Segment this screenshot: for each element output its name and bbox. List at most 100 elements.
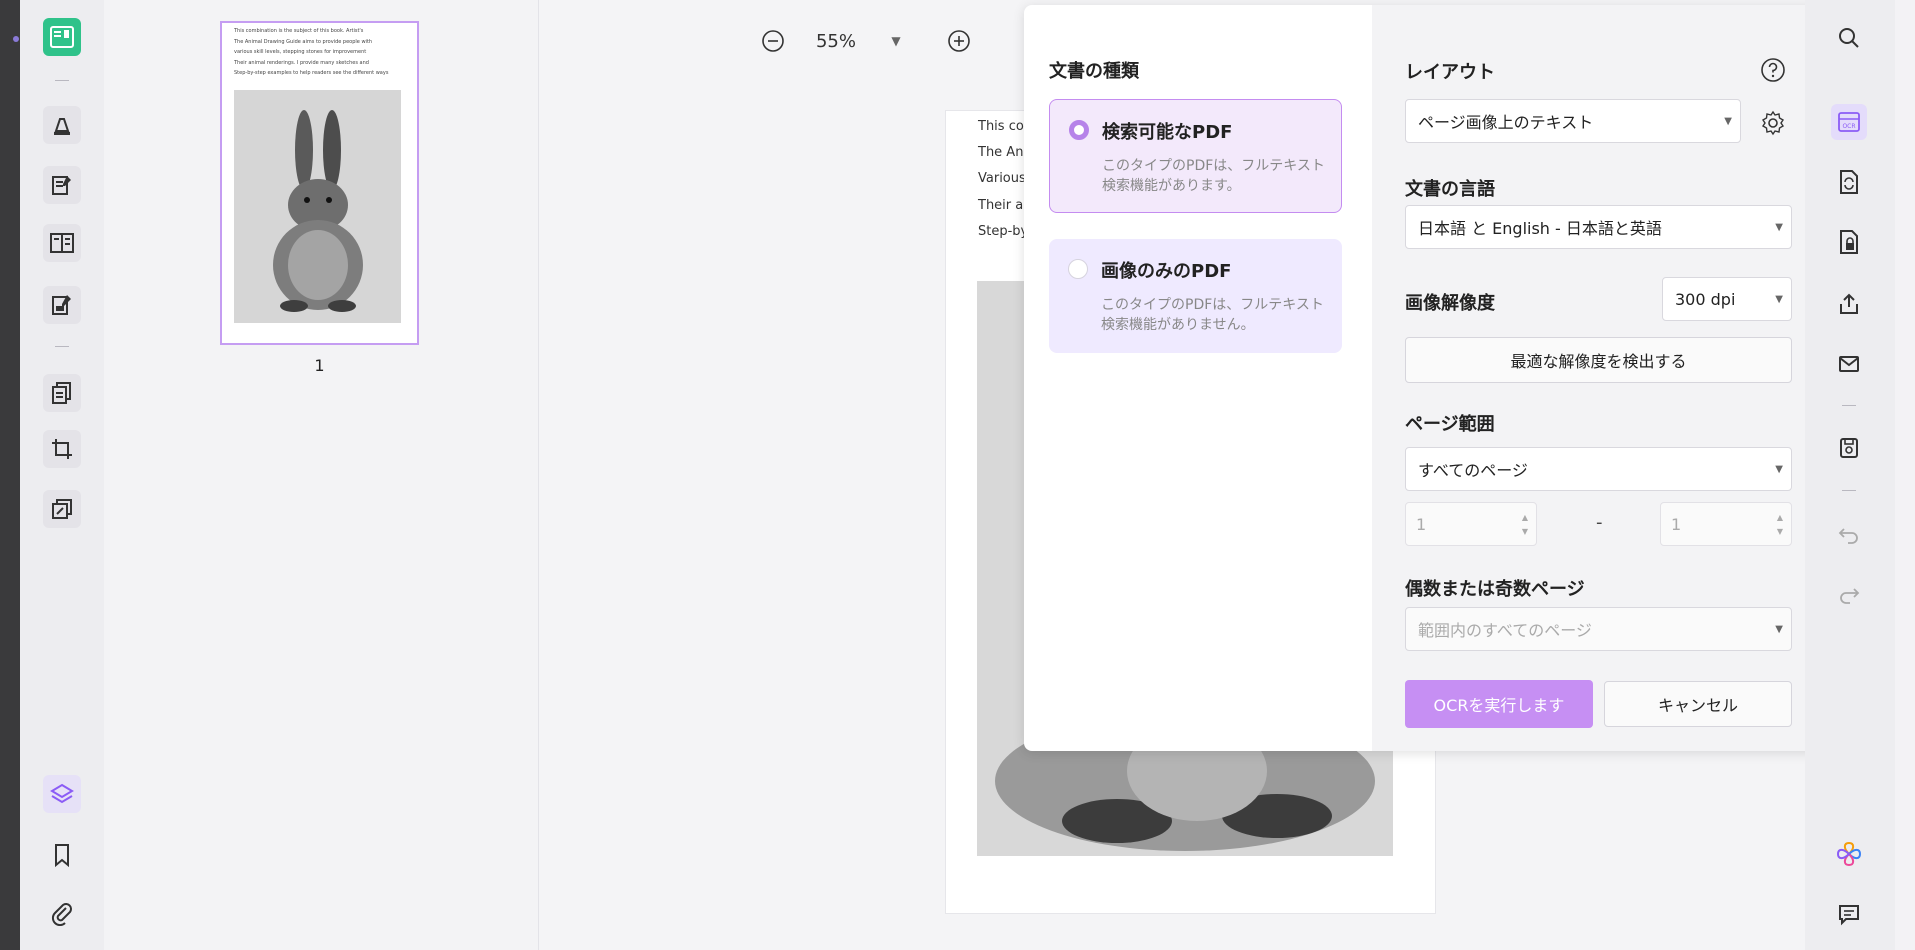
range-from-input[interactable]: 1 ▲ ▼ bbox=[1405, 502, 1537, 546]
layers-icon bbox=[50, 783, 74, 804]
crop-tool-button[interactable] bbox=[43, 430, 81, 468]
page-thumbnail[interactable]: This combination is the subject of this … bbox=[220, 21, 419, 345]
zoom-out-button[interactable] bbox=[760, 28, 786, 54]
undo-button[interactable] bbox=[1831, 516, 1867, 552]
redo-icon bbox=[1840, 588, 1860, 604]
ocr-icon: OCR bbox=[1838, 112, 1860, 132]
caret-down-icon: ▼ bbox=[1775, 222, 1783, 233]
page-text-line: The Ani bbox=[978, 145, 1028, 160]
undo-icon bbox=[1838, 528, 1858, 544]
toolbar-divider bbox=[1842, 490, 1856, 491]
radio-searchable-pdf[interactable] bbox=[1069, 120, 1089, 140]
language-select[interactable]: 日本語 と English - 日本語と英語 ▼ bbox=[1405, 205, 1792, 249]
range-to-input[interactable]: 1 ▲ ▼ bbox=[1660, 502, 1792, 546]
stepper-arrows-icon[interactable]: ▲ ▼ bbox=[1777, 511, 1783, 539]
option-searchable-pdf[interactable]: 検索可能なPDF このタイプのPDFは、フルテキスト検索機能があります。 bbox=[1049, 99, 1342, 213]
zoom-in-button[interactable] bbox=[946, 28, 972, 54]
comments-button[interactable] bbox=[1831, 896, 1867, 932]
language-label: 文書の言語 bbox=[1405, 179, 1495, 200]
app-window: This combination is the subject of this … bbox=[20, 0, 1915, 950]
help-icon[interactable] bbox=[1760, 57, 1786, 87]
resolution-select[interactable]: 300 dpi ▼ bbox=[1662, 277, 1792, 321]
left-toolbar bbox=[20, 0, 104, 950]
caret-down-icon: ▼ bbox=[1775, 624, 1783, 635]
radio-image-only-pdf[interactable] bbox=[1068, 259, 1088, 279]
zoom-dropdown-caret-icon[interactable]: ▼ bbox=[886, 34, 906, 48]
protect-button[interactable] bbox=[1831, 224, 1867, 260]
zoom-controls: 55% ▼ bbox=[760, 24, 972, 58]
thumbnail-panel: This combination is the subject of this … bbox=[104, 0, 539, 950]
thumbnail-line: Step-by-step examples to help readers se… bbox=[234, 70, 389, 76]
range-dash: - bbox=[1596, 512, 1603, 533]
caret-down-icon: ▼ bbox=[1724, 116, 1732, 127]
page-text-line: Step-by bbox=[978, 224, 1029, 239]
detect-resolution-button[interactable]: 最適な解像度を検出する bbox=[1405, 337, 1792, 383]
batch-tool-button[interactable] bbox=[43, 490, 81, 528]
thumbnail-line: Their animal renderings. I provide many … bbox=[234, 59, 369, 66]
odd-even-label: 偶数または奇数ページ bbox=[1405, 579, 1585, 600]
option-description: このタイプのPDFは、フルテキスト検索機能があります。 bbox=[1102, 158, 1325, 194]
highlight-tool-button[interactable] bbox=[43, 106, 81, 144]
thumbnail-line: This combination is the subject of this … bbox=[234, 28, 364, 34]
fill-sign-button[interactable] bbox=[43, 286, 81, 324]
option-title: 検索可能なPDF bbox=[1102, 122, 1233, 143]
layout-select[interactable]: ページ画像上のテキスト ▼ bbox=[1405, 99, 1741, 143]
stepper-arrows-icon[interactable]: ▲ ▼ bbox=[1522, 511, 1528, 539]
caret-down-icon: ▼ bbox=[1775, 294, 1783, 305]
crop-icon bbox=[52, 439, 72, 459]
redo-button[interactable] bbox=[1831, 576, 1867, 612]
caret-down-icon: ▼ bbox=[1775, 464, 1783, 475]
right-toolbar: OCR bbox=[1805, 0, 1895, 950]
edit-document-icon bbox=[52, 176, 71, 195]
page-range-label: ページ範囲 bbox=[1405, 414, 1495, 435]
attachments-button[interactable] bbox=[43, 895, 81, 933]
search-button[interactable] bbox=[1831, 20, 1867, 56]
mail-icon bbox=[1839, 356, 1859, 372]
bookmarks-button[interactable] bbox=[43, 836, 81, 874]
minus-circle-icon bbox=[762, 30, 784, 52]
thumbnail-line: various skill levels, stepping stones fo… bbox=[234, 49, 367, 55]
cancel-button[interactable]: キャンセル bbox=[1604, 681, 1792, 727]
page-view-button[interactable] bbox=[43, 224, 81, 262]
convert-button[interactable] bbox=[1831, 164, 1867, 200]
range-from-value: 1 bbox=[1416, 514, 1427, 534]
ai-assistant-button[interactable] bbox=[1831, 836, 1867, 872]
window-indicator-dot bbox=[13, 36, 19, 42]
ai-assistant-icon bbox=[1836, 841, 1862, 867]
page-number-label: 1 bbox=[314, 356, 325, 375]
toolbar-divider bbox=[55, 346, 69, 347]
odd-even-select[interactable]: 範囲内のすべてのページ ▼ bbox=[1405, 607, 1792, 651]
convert-file-icon bbox=[1840, 170, 1858, 194]
book-icon bbox=[50, 26, 74, 48]
layers-button[interactable] bbox=[43, 775, 81, 813]
range-to-value: 1 bbox=[1671, 514, 1682, 534]
toolbar-divider bbox=[1842, 405, 1856, 406]
comment-icon bbox=[1839, 905, 1859, 926]
sign-icon bbox=[52, 295, 71, 315]
odd-even-select-value: 範囲内のすべてのページ bbox=[1418, 621, 1592, 640]
plus-circle-icon bbox=[948, 30, 970, 52]
zoom-level[interactable]: 55% bbox=[786, 31, 886, 52]
save-button[interactable] bbox=[1831, 430, 1867, 466]
organize-pages-button[interactable] bbox=[43, 374, 81, 412]
page-text-line: Various bbox=[978, 171, 1026, 186]
share-button[interactable] bbox=[1831, 286, 1867, 322]
layout-select-value: ページ画像上のテキスト bbox=[1418, 113, 1594, 132]
page-text-line: This co bbox=[978, 119, 1024, 134]
gear-icon[interactable] bbox=[1760, 110, 1786, 140]
bookmark-icon bbox=[55, 844, 69, 867]
email-button[interactable] bbox=[1831, 346, 1867, 382]
reader-mode-button[interactable] bbox=[43, 18, 81, 56]
stack-icon bbox=[52, 499, 72, 519]
two-page-icon bbox=[50, 233, 74, 253]
ocr-button[interactable]: OCR bbox=[1831, 104, 1867, 140]
run-ocr-button[interactable]: OCRを実行します bbox=[1405, 680, 1593, 728]
option-image-only-pdf[interactable]: 画像のみのPDF このタイプのPDFは、フルテキスト検索機能がありません。 bbox=[1049, 239, 1342, 353]
option-description: このタイプのPDFは、フルテキスト検索機能がありません。 bbox=[1101, 297, 1324, 333]
lock-file-icon bbox=[1840, 230, 1858, 254]
page-range-select[interactable]: すべてのページ ▼ bbox=[1405, 447, 1792, 491]
search-icon bbox=[1839, 28, 1859, 48]
svg-text:OCR: OCR bbox=[1842, 123, 1855, 130]
edit-tool-button[interactable] bbox=[43, 166, 81, 204]
layout-label: レイアウト bbox=[1405, 62, 1495, 83]
